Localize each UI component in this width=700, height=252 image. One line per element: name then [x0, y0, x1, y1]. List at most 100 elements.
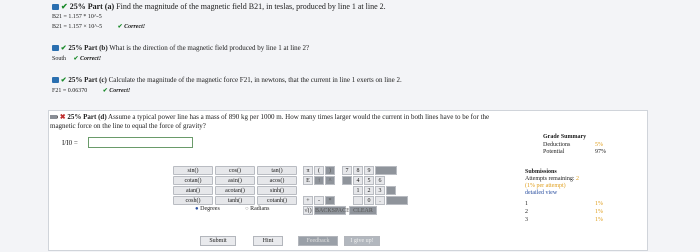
digit-0[interactable]: 0 — [364, 196, 374, 205]
part-c-heading: ✔ 25% Part (c) Calculate the magnitude o… — [52, 76, 402, 84]
part-d-question-line1: Assume a typical power line has a mass o… — [108, 113, 490, 121]
give-up-button[interactable]: I give up! — [344, 236, 380, 246]
attempts-text: Attempts remaining: — [525, 176, 575, 182]
part-b-answer-value: South — [52, 56, 67, 62]
submission-row-2-number: 2 — [525, 209, 528, 215]
digit-9[interactable]: 9 — [364, 166, 374, 175]
submission-row-1-pct: 1% — [595, 201, 603, 207]
cotanh-button[interactable]: cotanh() — [257, 196, 297, 205]
part-c-question: Calculate the magnitude of the magnetic … — [108, 76, 402, 84]
submission-row-3-number: 3 — [525, 217, 528, 223]
detailed-view-link[interactable]: detailed view — [525, 190, 557, 196]
part-a-answer-value: B21 = 1.157 × 10^-5 — [52, 24, 103, 30]
cosh-button[interactable]: cosh() — [173, 196, 213, 205]
pi-key[interactable]: π — [303, 166, 313, 175]
part-c-answer: F21 = 0.06370 ✔ Correct! — [52, 87, 130, 94]
caret-key[interactable]: ^ — [325, 176, 335, 185]
part-a-percent: 25% — [69, 2, 86, 11]
digit-blank[interactable] — [353, 196, 363, 205]
answer-input[interactable] — [88, 137, 193, 148]
part-d-heading: ✖ 25% Part (d) Assume a typical power li… — [50, 113, 489, 121]
sqrt-key[interactable]: √() — [303, 206, 313, 215]
part-b-question: What is the direction of the magnetic fi… — [109, 44, 310, 52]
digit-1[interactable]: 1 — [353, 186, 363, 195]
deductions-value: 5% — [595, 142, 603, 148]
per-attempt-note: (1% per attempt) — [525, 183, 566, 189]
submission-row-2-pct: 1% — [595, 209, 603, 215]
radio-unselected-icon: ○ — [245, 206, 249, 212]
digit-7[interactable]: 7 — [342, 166, 352, 175]
digit-8[interactable]: 8 — [353, 166, 363, 175]
hint-button[interactable]: Hint — [253, 236, 283, 246]
clear-key[interactable]: CLEAR — [349, 206, 377, 215]
radio-selected-icon: ● — [195, 206, 199, 212]
sin-button[interactable]: sin() — [173, 166, 213, 175]
part-b-icon — [52, 45, 59, 52]
e-key[interactable]: E — [303, 176, 313, 185]
radians-option[interactable]: ○ Radians — [245, 206, 269, 212]
sinh-button[interactable]: sinh() — [257, 186, 297, 195]
attempt-icon: ✖ — [59, 113, 66, 121]
digit-4[interactable]: 4 — [353, 176, 363, 185]
part-d-question-line2: magnetic force on the line to equal the … — [50, 122, 206, 130]
acotan-button[interactable]: acotan() — [215, 186, 255, 195]
backspace-key[interactable]: BACKSPACE — [314, 206, 350, 215]
part-d-percent: 25% — [67, 113, 82, 121]
digit-5[interactable]: 5 — [364, 176, 374, 185]
check-icon: ✔ — [117, 24, 123, 30]
part-c-percent: 25% — [68, 76, 83, 84]
calculator-keypad: sin() cos() tan() cotan() asin() acos() … — [173, 163, 410, 231]
part-b-label: Part (b) — [84, 44, 108, 52]
submission-row-1-number: 1 — [525, 201, 528, 207]
grade-summary-title: Grade Summary — [543, 134, 587, 140]
part-b-percent: 25% — [68, 44, 83, 52]
asin-button[interactable]: asin() — [215, 176, 255, 185]
attempts-label: Attempts remaining: 2 — [525, 176, 579, 182]
answer-label: I/I0 = — [62, 139, 78, 147]
tan-button[interactable]: tan() — [257, 166, 297, 175]
part-a-question: Find the magnitude of the magnetic field… — [116, 2, 386, 11]
pencil-icon — [50, 114, 58, 120]
part-a-icon — [52, 4, 59, 11]
degrees-option[interactable]: ● Degrees — [195, 206, 220, 212]
part-b-answer: South ✔ Correct! — [52, 55, 101, 62]
part-d-label: Part (d) — [83, 113, 107, 121]
check-icon: ✔ — [60, 44, 67, 52]
cos-button[interactable]: cos() — [215, 166, 255, 175]
grade-summary-panel: Grade Summary Deductions 5% Potential 97… — [525, 132, 625, 247]
check-icon: ✔ — [102, 88, 108, 94]
minus-key[interactable]: - — [314, 196, 324, 205]
divide-key[interactable] — [375, 166, 397, 175]
digit-2[interactable]: 2 — [364, 186, 374, 195]
multiply-key[interactable]: * — [325, 196, 335, 205]
part-c-icon — [52, 77, 59, 84]
part-b-correct: Correct! — [80, 56, 102, 62]
atan-button[interactable]: atan() — [173, 186, 213, 195]
key-blank-3[interactable] — [386, 196, 408, 205]
submissions-title: Submissions — [525, 169, 557, 175]
key-blank-2[interactable] — [386, 186, 396, 195]
tanh-button[interactable]: tanh() — [215, 196, 255, 205]
open-paren-key[interactable]: ( — [314, 166, 324, 175]
digit-6[interactable]: 6 — [375, 176, 385, 185]
decimal-key[interactable]: . — [375, 196, 385, 205]
submit-button[interactable]: Submit — [200, 236, 236, 246]
close-paren-key[interactable]: ) — [325, 166, 335, 175]
digit-3[interactable]: 3 — [375, 186, 385, 195]
part-c-correct: Correct! — [109, 88, 131, 94]
feedback-button[interactable]: Feedback — [298, 236, 338, 246]
submission-row-3-pct: 1% — [595, 217, 603, 223]
acos-button[interactable]: acos() — [257, 176, 297, 185]
cotan-button[interactable]: cotan() — [173, 176, 213, 185]
part-a-answer-line2: B21 = 1.157 × 10^-5 ✔ Correct! — [52, 23, 145, 30]
check-icon: ✔ — [61, 2, 68, 11]
part-c-answer-value: F21 = 0.06370 — [52, 88, 88, 94]
plus-key[interactable]: + — [303, 196, 313, 205]
part-b-heading: ✔ 25% Part (b) What is the direction of … — [52, 44, 309, 52]
check-icon: ✔ — [73, 56, 79, 62]
part-a-heading: ✔ 25% Part (a) Find the magnitude of the… — [52, 2, 386, 11]
key-blank[interactable] — [342, 176, 352, 185]
up-key[interactable]: ↑ — [314, 176, 324, 185]
part-a-answer-line1: B21 = 1.157 * 10^-5 — [52, 14, 102, 20]
part-a-label: Part (a) — [87, 2, 115, 11]
